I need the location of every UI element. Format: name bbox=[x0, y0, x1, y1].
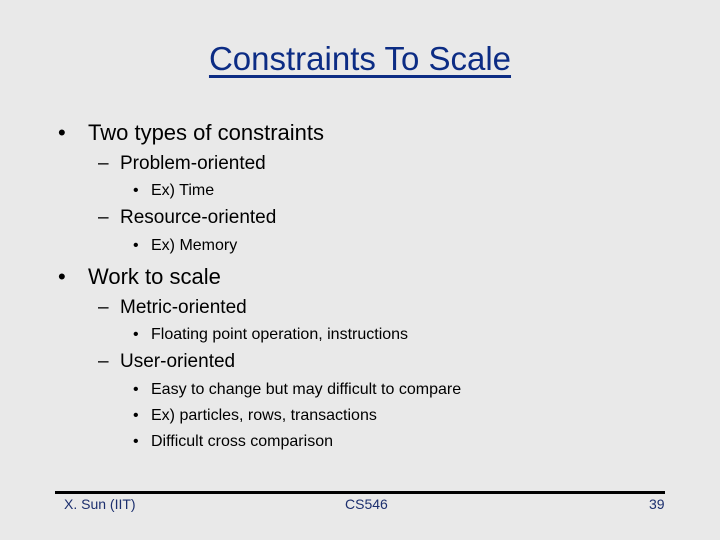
footer-page-number: 39 bbox=[649, 496, 665, 512]
sub-sub-bullet-text: Ex) particles, rows, transactions bbox=[151, 407, 377, 424]
sub-bullet-text: Resource-oriented bbox=[120, 207, 277, 228]
slide-title: Constraints To Scale bbox=[208, 40, 512, 77]
footer-divider bbox=[55, 491, 665, 494]
sub-sub-bullet-marker: • bbox=[133, 407, 139, 424]
sub-sub-bullet-text: Floating point operation, instructions bbox=[151, 326, 409, 343]
sub-sub-bullet-marker: • bbox=[133, 326, 139, 343]
sub-sub-bullet-text: Easy to change but may difficult to comp… bbox=[151, 381, 462, 398]
sub-bullet-text: Metric-oriented bbox=[120, 297, 247, 318]
bullet-marker: • bbox=[58, 120, 66, 145]
bullet-text: Two types of constraints bbox=[88, 120, 324, 145]
sub-sub-bullet-marker: • bbox=[133, 433, 139, 450]
bullet-text: Work to scale bbox=[88, 264, 221, 289]
sub-bullet-text: User-oriented bbox=[120, 351, 236, 372]
sub-bullet-marker: – bbox=[98, 207, 109, 228]
sub-sub-bullet-marker: • bbox=[133, 182, 139, 199]
sub-sub-bullet-marker: • bbox=[133, 381, 139, 398]
sub-sub-bullet-marker: • bbox=[133, 237, 139, 254]
sub-bullet-marker: – bbox=[98, 153, 109, 174]
sub-bullet-text: Problem-oriented bbox=[120, 153, 266, 174]
footer-author: X. Sun (IIT) bbox=[64, 496, 136, 512]
sub-sub-bullet-text: Ex) Memory bbox=[151, 237, 238, 254]
sub-bullet-marker: – bbox=[98, 351, 109, 372]
sub-sub-bullet-text: Difficult cross comparison bbox=[151, 433, 333, 450]
bullet-marker: • bbox=[58, 264, 66, 289]
sub-sub-bullet-text: Ex) Time bbox=[151, 182, 215, 199]
sub-bullet-marker: – bbox=[98, 297, 109, 318]
footer-course: CS546 bbox=[345, 496, 388, 512]
